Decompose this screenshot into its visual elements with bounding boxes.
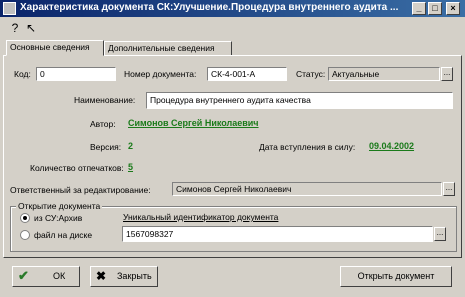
responsible-select-button[interactable]: ... — [443, 182, 455, 196]
doc-number-label: Номер документа: — [124, 69, 197, 79]
ok-button[interactable]: ✔ ОК — [12, 266, 80, 287]
app-icon — [3, 2, 16, 15]
cross-icon: ✖ — [96, 269, 107, 283]
window-title: Характеристика документа СК:Улучшение.Пр… — [20, 2, 399, 13]
effective-date-value[interactable]: 09.04.2002 — [369, 141, 414, 151]
minimize-button[interactable]: _ — [412, 2, 426, 15]
responsible-label: Ответственный за редактирование: — [10, 185, 151, 195]
effective-date-label: Дата вступления в силу: — [259, 142, 356, 152]
check-icon: ✔ — [18, 268, 29, 283]
code-field[interactable]: 0 — [36, 67, 116, 81]
open-document-group-title: Открытие документа — [16, 201, 103, 211]
ok-button-label: ОК — [53, 271, 66, 281]
version-value: 2 — [128, 141, 134, 151]
author-label: Автор: — [90, 119, 116, 129]
tab-main-info[interactable]: Основные сведения — [6, 40, 104, 56]
radio-from-archive[interactable] — [20, 213, 30, 223]
tab-additional-info[interactable]: Дополнительные сведения — [104, 41, 232, 56]
close-button-label: Закрыть — [117, 271, 152, 281]
unique-id-field[interactable]: 1567098327 — [122, 226, 433, 242]
radio-file-on-disk[interactable] — [20, 230, 30, 240]
open-document-button[interactable]: Открыть документ — [340, 266, 452, 287]
unique-id-label: Уникальный идентификатор документа — [123, 212, 279, 222]
status-select-button[interactable]: ... — [441, 67, 453, 81]
author-link[interactable]: Симонов Сергей Николаевич — [128, 118, 259, 128]
status-label: Статус: — [296, 69, 326, 79]
name-label: Наименование: — [74, 95, 136, 105]
responsible-field: Симонов Сергей Николаевич — [172, 182, 442, 196]
copies-value[interactable]: 5 — [128, 162, 133, 172]
name-field[interactable]: Процедура внутреннего аудита качества — [146, 92, 453, 109]
code-label: Код: — [14, 69, 31, 79]
pointer-help-icon[interactable]: ↖ — [24, 21, 38, 35]
close-button[interactable]: ✖ Закрыть — [90, 266, 158, 287]
version-label: Версия: — [90, 142, 122, 152]
help-icon[interactable]: ? — [8, 21, 22, 35]
doc-number-field[interactable]: СК-4-001-А — [207, 67, 287, 81]
radio-from-archive-label: из СУ:Архив — [34, 213, 83, 223]
title-bar[interactable]: Характеристика документа СК:Улучшение.Пр… — [0, 0, 465, 17]
maximize-button[interactable]: □ — [428, 2, 442, 15]
unique-id-select-button[interactable]: ... — [434, 227, 446, 241]
copies-label: Количество отпечатков: — [30, 163, 124, 173]
status-field: Актуальные — [328, 67, 440, 81]
radio-file-on-disk-label: файл на диске — [34, 230, 93, 240]
close-window-button[interactable]: × — [446, 2, 460, 15]
